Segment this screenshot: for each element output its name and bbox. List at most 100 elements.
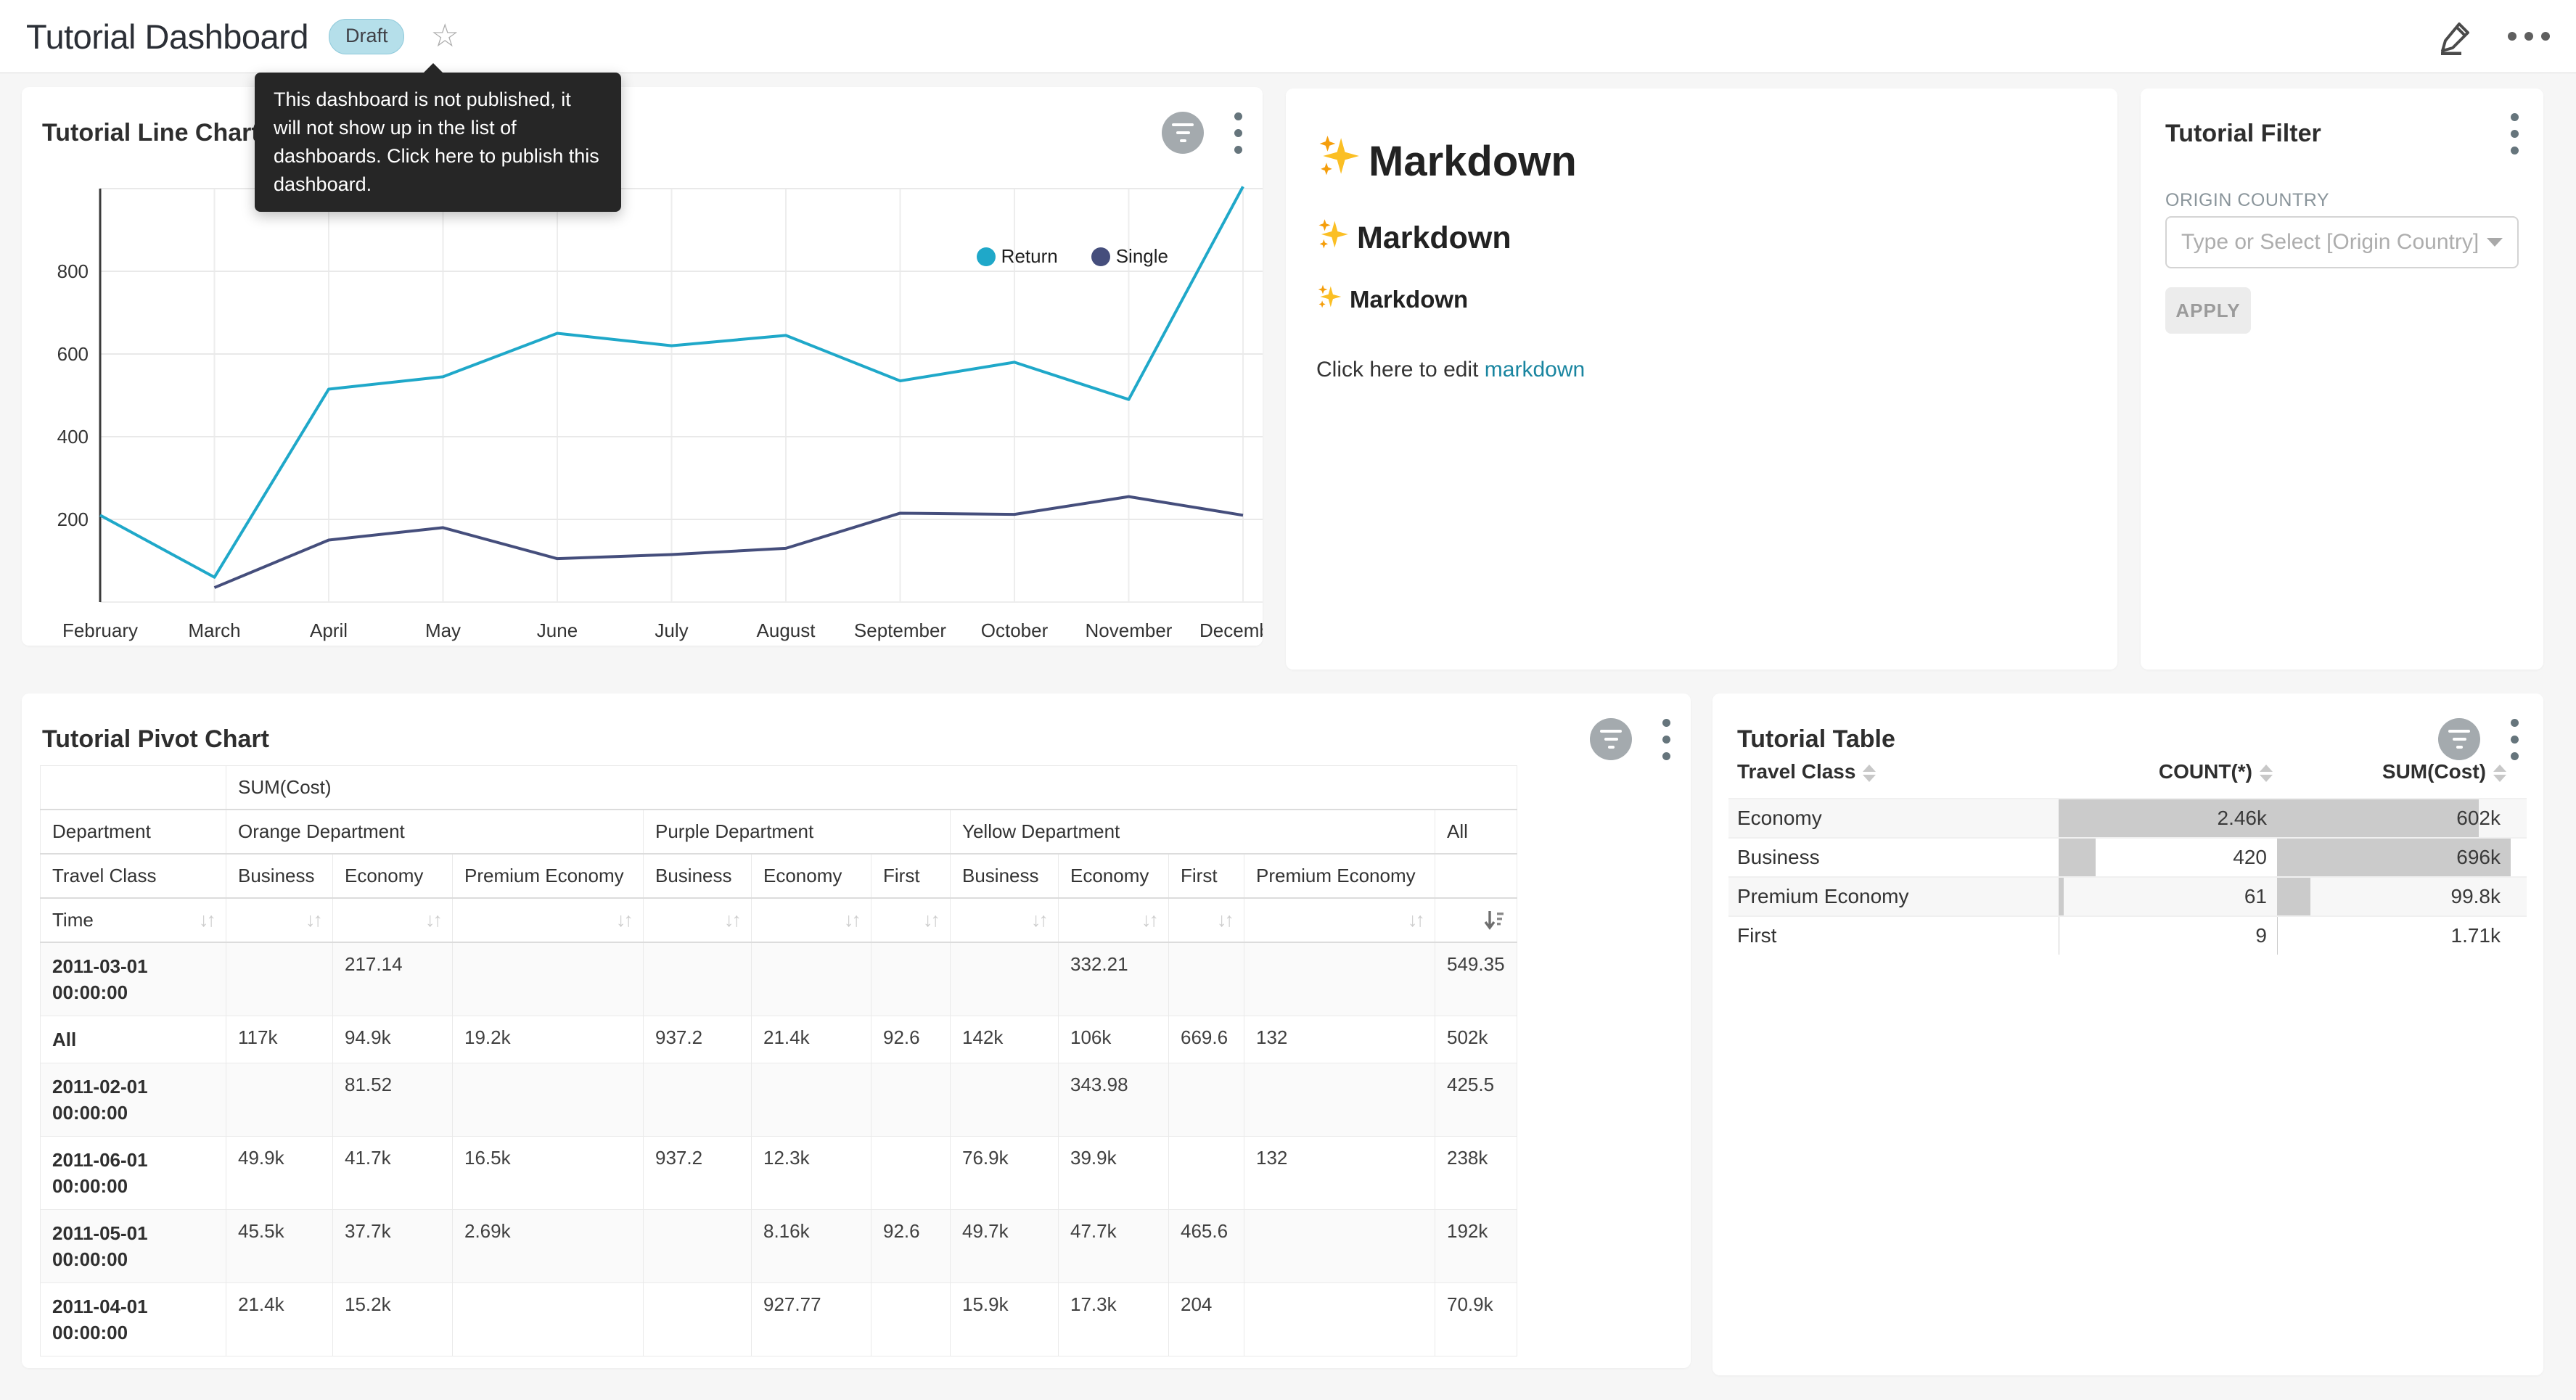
pivot-cell: 45.5k (226, 1210, 333, 1283)
edit-dashboard-button[interactable] (2437, 17, 2474, 55)
pivot-cell: 142k (951, 1016, 1059, 1063)
sort-icon[interactable]: ↓↑ (1031, 909, 1046, 931)
table-cell-sum: 99.8k (2277, 878, 2511, 915)
filter-indicator-icon[interactable] (2438, 718, 2480, 760)
sort-caret-icon[interactable] (2260, 765, 2273, 782)
pivot-cell: 92.6 (871, 1210, 951, 1283)
sum-bar (2277, 917, 2278, 955)
pivot-cell: 669.6 (1169, 1016, 1244, 1063)
table-row: Business 420 696k (1728, 837, 2527, 876)
sparkles-icon (1316, 133, 1361, 189)
pencil-icon (2437, 17, 2474, 55)
pivot-cell (1169, 1063, 1244, 1137)
svg-text:February: February (62, 619, 138, 641)
pivot-sort-cell[interactable]: ↓↑ (1059, 898, 1169, 942)
pivot-sort-cell-all[interactable] (1435, 898, 1517, 942)
pivot-sort-cell[interactable]: ↓↑ (871, 898, 951, 942)
col-header-count[interactable]: COUNT(*) (2059, 760, 2277, 783)
line-chart[interactable]: 200400600800FebruaryMarchAprilMayJuneJul… (22, 87, 1263, 646)
pivot-table: SUM(Cost)DepartmentOrange DepartmentPurp… (40, 765, 1517, 1356)
table-cell-count: 420 (2059, 839, 2277, 876)
pivot-cell (644, 1063, 752, 1137)
pivot-cell: 132 (1244, 1016, 1435, 1063)
chart-menu-button[interactable] (2511, 719, 2519, 760)
pivot-row-header: 2011-06-0100:00:00 (41, 1137, 226, 1210)
pivot-sort-cell[interactable]: ↓↑ (1244, 898, 1435, 942)
pivot-sort-cell[interactable]: ↓↑ (226, 898, 333, 942)
favorite-star-icon[interactable]: ☆ (430, 20, 459, 52)
pivot-cell (752, 1063, 871, 1137)
sort-icon[interactable]: ↓↑ (1217, 909, 1232, 931)
markdown-h3: Markdown (1316, 284, 2087, 316)
table-panel: Tutorial Table Travel Class COUNT(*) SUM… (1712, 693, 2543, 1375)
pivot-row: 2011-05-0100:00:0045.5k37.7k2.69k8.16k92… (41, 1210, 1517, 1283)
sort-icon[interactable]: ↓↑ (305, 909, 321, 931)
pivot-cell: 502k (1435, 1016, 1517, 1063)
dashboard-page: Tutorial Dashboard Draft ☆ This dashboar… (0, 0, 2576, 1400)
pivot-sort-cell[interactable]: ↓↑ (1169, 898, 1244, 942)
more-actions-button[interactable] (2508, 32, 2550, 41)
svg-text:October: October (981, 619, 1049, 641)
sort-icon[interactable]: ↓↑ (1408, 909, 1423, 931)
col-header-sum-cost[interactable]: SUM(Cost) (2277, 760, 2511, 783)
filter-menu-button[interactable] (2511, 113, 2519, 155)
page-title: Tutorial Dashboard (26, 17, 308, 57)
pivot-class-header: First (1169, 854, 1244, 898)
header-actions (2437, 17, 2550, 55)
pivot-time-header[interactable]: Time↓↑ (41, 898, 226, 942)
chart-menu-button[interactable] (1662, 719, 1670, 760)
pivot-cell: 192k (1435, 1210, 1517, 1283)
pivot-cell: 106k (1059, 1016, 1169, 1063)
pivot-cell: 16.5k (453, 1137, 644, 1210)
pivot-cell: 21.4k (752, 1016, 871, 1063)
sort-icon[interactable]: ↓↑ (199, 909, 214, 931)
pivot-cell: 49.7k (951, 1210, 1059, 1283)
sort-caret-icon[interactable] (2493, 765, 2506, 782)
pivot-cell: 132 (1244, 1137, 1435, 1210)
pivot-cell (226, 1063, 333, 1137)
svg-text:600: 600 (57, 343, 89, 365)
apply-button[interactable]: APPLY (2165, 287, 2251, 334)
pivot-cell (1244, 1063, 1435, 1137)
table-cell-count: 2.46k (2059, 799, 2277, 837)
pivot-cell (644, 942, 752, 1016)
sparkles-icon (1316, 218, 1350, 259)
pivot-row-header: All (41, 1016, 226, 1063)
sort-icon[interactable]: ↓↑ (844, 909, 859, 931)
sum-bar (2277, 799, 2479, 837)
table-cell-class: First (1728, 917, 2059, 955)
pivot-sort-cell[interactable]: ↓↑ (333, 898, 453, 942)
sort-icon[interactable]: ↓↑ (1141, 909, 1157, 931)
sort-desc-active-icon[interactable] (1483, 909, 1505, 931)
select-placeholder: Type or Select [Origin Country] (2181, 230, 2479, 255)
sort-caret-icon[interactable] (1863, 765, 1876, 782)
table-header-row: Travel Class COUNT(*) SUM(Cost) (1728, 760, 2527, 798)
pivot-sort-cell[interactable]: ↓↑ (644, 898, 752, 942)
table-cell-class: Business (1728, 839, 2059, 876)
pivot-cell: 19.2k (453, 1016, 644, 1063)
pivot-class-header: First (871, 854, 951, 898)
sort-icon[interactable]: ↓↑ (616, 909, 631, 931)
markdown-edit-link[interactable]: markdown (1485, 358, 1585, 382)
pivot-sort-cell[interactable]: ↓↑ (453, 898, 644, 942)
table-row: Premium Economy 61 99.8k (1728, 876, 2527, 915)
origin-country-select[interactable]: Type or Select [Origin Country] (2165, 216, 2519, 268)
pivot-row: 2011-03-0100:00:00217.14332.21549.35 (41, 942, 1517, 1016)
filter-panel-title: Tutorial Filter (2165, 120, 2321, 148)
draft-badge[interactable]: Draft (329, 19, 405, 54)
pivot-cell: 39.9k (1059, 1137, 1169, 1210)
pivot-row-header: 2011-04-0100:00:00 (41, 1283, 226, 1356)
pivot-cell (1244, 1210, 1435, 1283)
filter-indicator-icon[interactable] (1590, 718, 1632, 760)
col-header-travel-class[interactable]: Travel Class (1728, 760, 2059, 783)
pivot-metric-row: SUM(Cost) (41, 766, 1517, 810)
draft-tooltip: This dashboard is not published, it will… (255, 73, 621, 212)
pivot-cell (951, 1063, 1059, 1137)
sort-icon[interactable]: ↓↑ (425, 909, 440, 931)
sort-icon[interactable]: ↓↑ (724, 909, 739, 931)
pivot-metric-label: SUM(Cost) (226, 766, 1517, 810)
pivot-sort-cell[interactable]: ↓↑ (752, 898, 871, 942)
pivot-cell (871, 1137, 951, 1210)
pivot-sort-cell[interactable]: ↓↑ (951, 898, 1059, 942)
sort-icon[interactable]: ↓↑ (923, 909, 938, 931)
